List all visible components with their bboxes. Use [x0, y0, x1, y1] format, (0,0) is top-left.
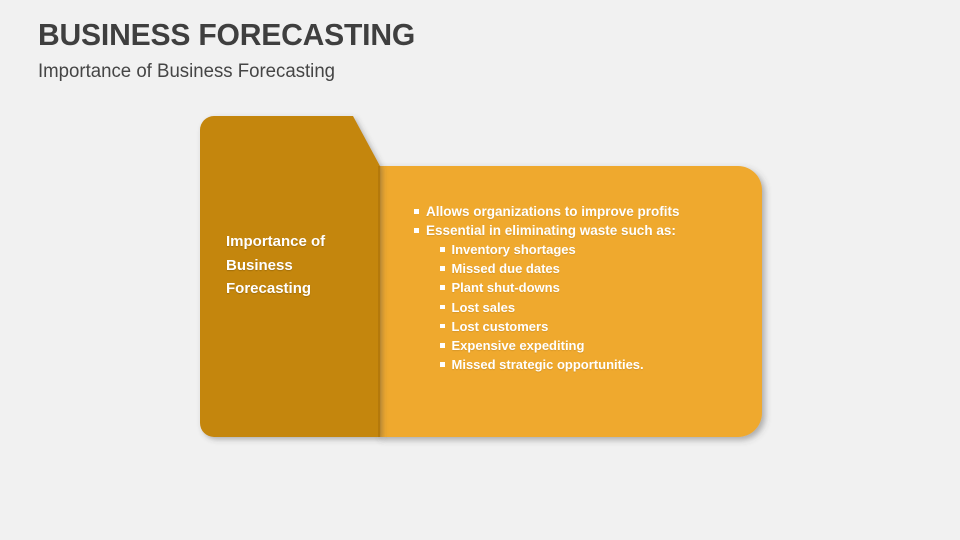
left-panel-label-line-1: Importance of: [226, 233, 326, 250]
left-panel-label: Importance of Business Forecasting: [226, 230, 366, 301]
list-item-label: Expensive expediting: [451, 338, 585, 354]
list-item-label: Inventory shortages: [451, 242, 576, 257]
square-bullet-icon: [440, 304, 445, 310]
list-item: Allows organizations to improve profits: [414, 202, 754, 221]
list-item: Lost sales: [440, 298, 754, 317]
list-item: Lost customers: [440, 317, 754, 336]
list-item: Missed due dates: [440, 259, 754, 278]
list-item-label: Allows organizations to improve profits: [426, 204, 680, 219]
square-bullet-icon: [440, 343, 445, 348]
panel-seam-divider: [378, 166, 381, 437]
square-bullet-icon: [440, 247, 445, 252]
list-item: Expensive expediting: [440, 336, 754, 355]
page-title: BUSINESS FORECASTING: [38, 17, 416, 52]
left-panel-label-line-2: Business: [226, 256, 293, 274]
square-bullet-icon: [440, 362, 445, 367]
square-bullet-icon: [414, 209, 419, 214]
square-bullet-icon: [440, 285, 445, 290]
list-item: Missed strategic opportunities.: [440, 355, 754, 374]
title-block: BUSINESS FORECASTING Importance of Busin…: [38, 17, 738, 84]
slide-canvas: BUSINESS FORECASTING Importance of Busin…: [0, 0, 960, 540]
bullet-list: Allows organizations to improve profits …: [414, 202, 754, 374]
left-panel-label-line-3: Forecasting: [226, 280, 312, 297]
list-item-label: Lost sales: [451, 299, 516, 315]
square-bullet-icon: [440, 323, 445, 329]
list-item-label: Missed strategic opportunities.: [451, 357, 644, 373]
two-panel-diagram: Importance of Business Forecasting Allow…: [190, 106, 790, 456]
list-item: Inventory shortages: [440, 240, 754, 259]
square-bullet-icon: [440, 266, 445, 271]
list-item: Plant shut-downs: [440, 278, 754, 297]
square-bullet-icon: [414, 228, 419, 233]
list-item-label: Essential in eliminating waste such as:: [426, 223, 676, 238]
list-item-label: Plant shut-downs: [451, 280, 560, 296]
page-subtitle: Importance of Business Forecasting: [38, 61, 336, 83]
list-item: Essential in eliminating waste such as:: [414, 221, 754, 240]
list-item-label: Missed due dates: [451, 261, 560, 277]
list-item-label: Lost customers: [451, 318, 549, 334]
